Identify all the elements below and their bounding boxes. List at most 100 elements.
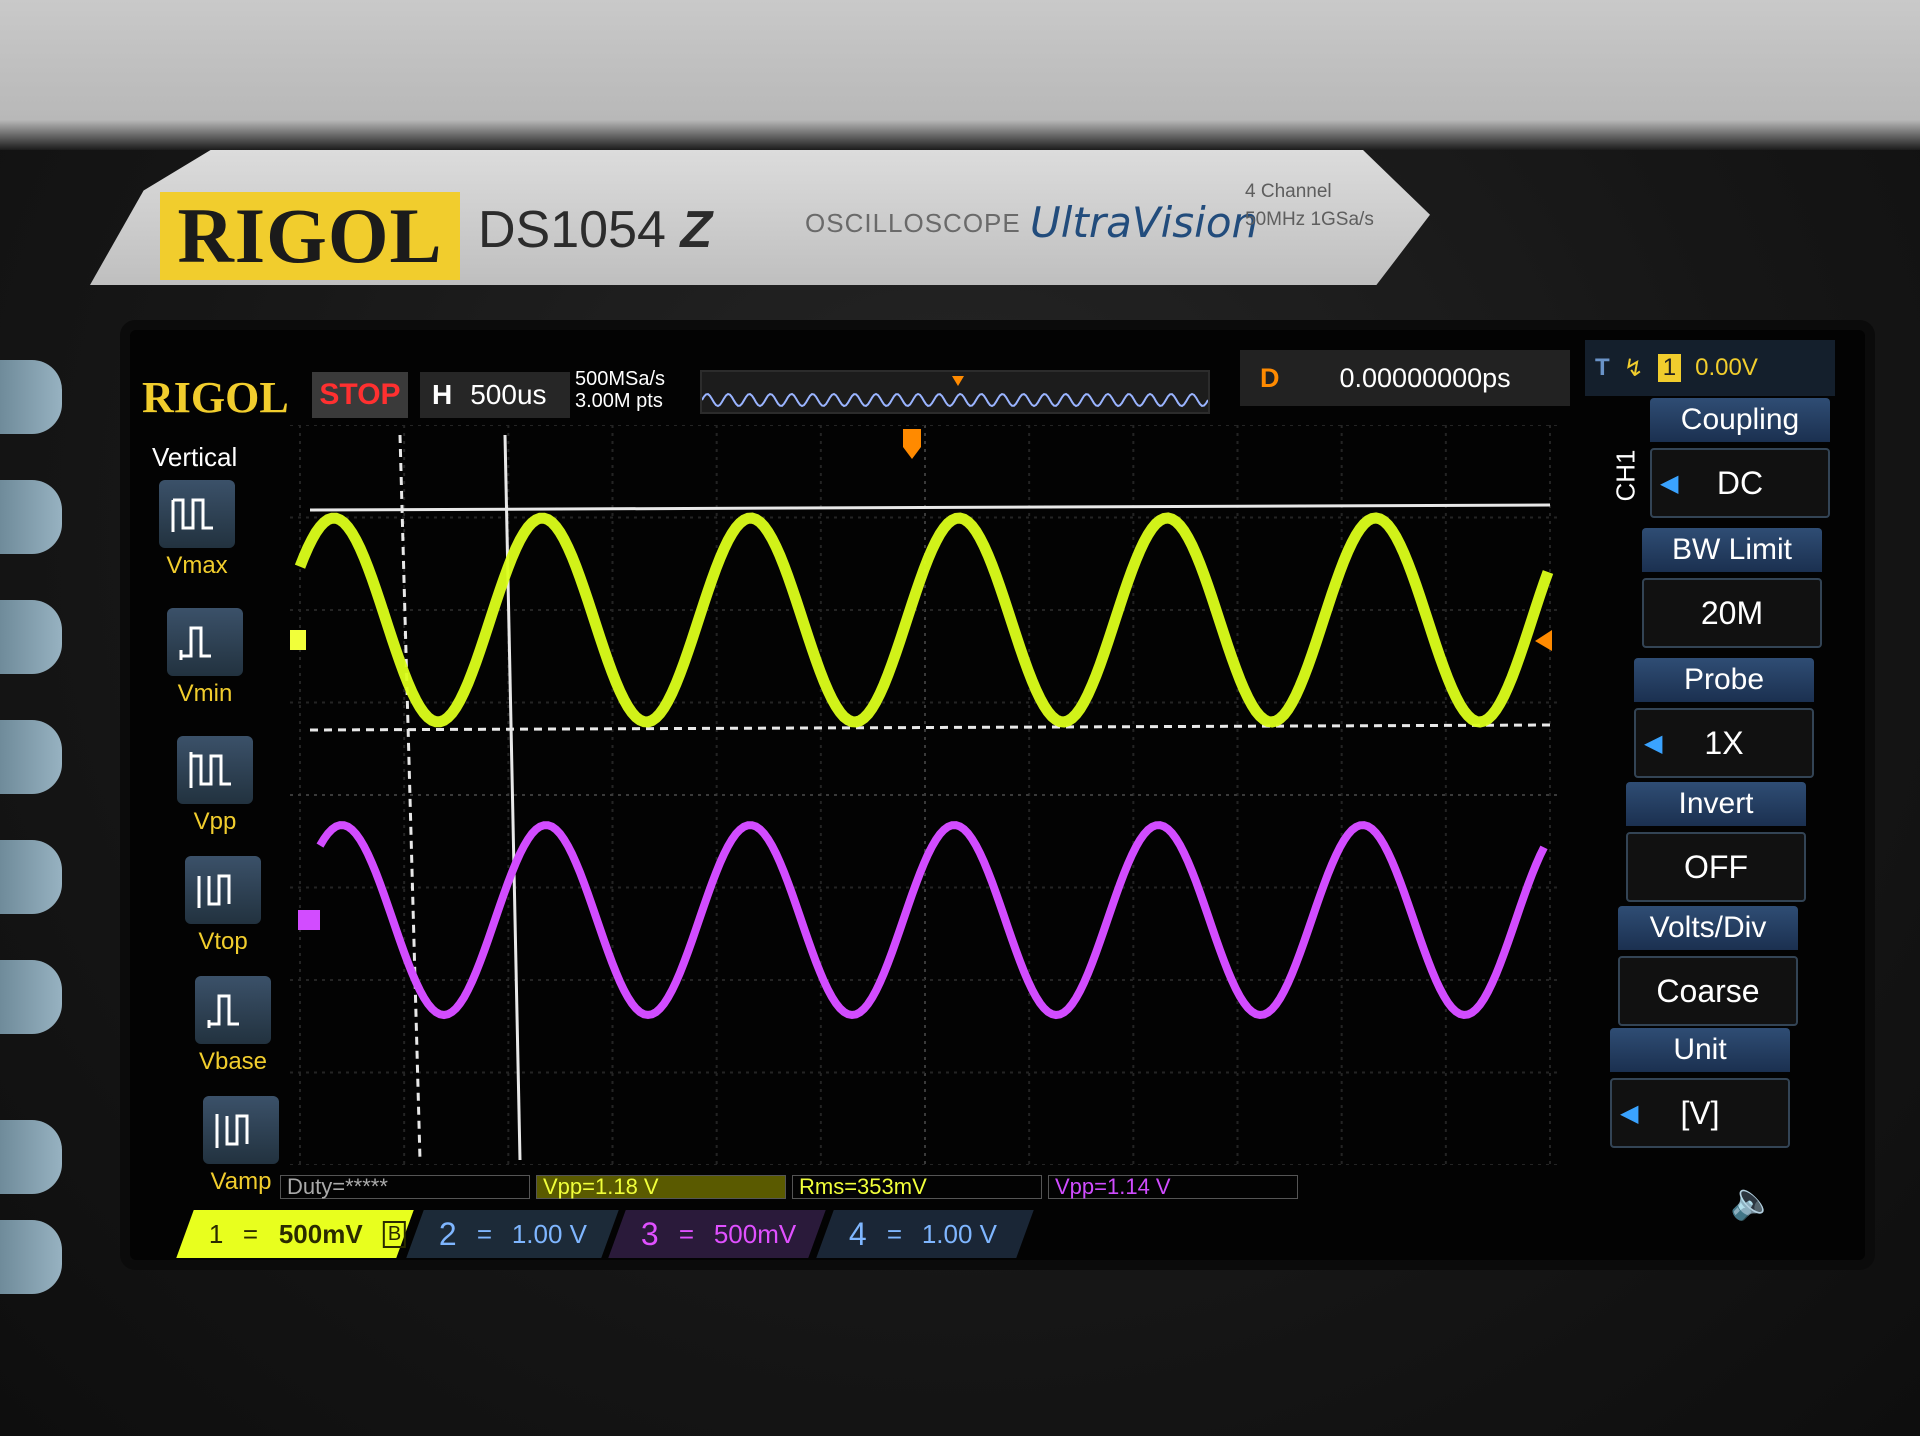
vmax-icon: [159, 480, 235, 548]
channel-scale: 1.00 V: [921, 1218, 998, 1249]
spec-line-2: 50MHz 1GSa/s: [1245, 209, 1374, 230]
measure-vmax[interactable]: Vmax: [152, 480, 242, 580]
model-number: DS1054: [478, 201, 666, 259]
grid-lines: [290, 424, 1560, 1166]
menu-invert[interactable]: Invert OFF: [1626, 782, 1806, 902]
page-down-button[interactable]: [0, 1220, 62, 1294]
menu-volts-div[interactable]: Volts/Div Coarse: [1618, 906, 1798, 1026]
page-up-button[interactable]: [0, 1120, 62, 1194]
cursor-line-left: [398, 434, 422, 1161]
model-name: DS1054 Z: [478, 200, 712, 260]
memory-depth: 3.00M pts: [575, 390, 663, 412]
channel-status-bar: 1 = 500mV B 2 = 1.00 V 3 = 500mV 4 = 1.0…: [176, 1210, 1385, 1260]
menu-value: 1X: [1704, 724, 1744, 761]
bw-limit-badge: B: [382, 1220, 406, 1248]
menu-title: Coupling: [1650, 398, 1830, 442]
vpp-icon: [177, 736, 253, 804]
menu-value: [V]: [1680, 1094, 1720, 1131]
sample-rate: 500MSa/s: [575, 368, 666, 390]
measure-vpp[interactable]: Vpp: [170, 736, 260, 836]
channel-3-status[interactable]: 3 = 500mV: [608, 1210, 826, 1258]
side-softkey-6[interactable]: [0, 960, 62, 1034]
spec-label: 4 Channel 50MHz 1GSa/s: [1245, 178, 1374, 234]
waveform-display[interactable]: [284, 424, 1560, 1166]
measure-vpp-ch1: Vpp=1.18 V: [536, 1175, 786, 1199]
channel-number: 3: [641, 1215, 659, 1252]
cursor-line-top: [309, 503, 1551, 512]
measure-category-title: Vertical: [152, 442, 238, 472]
measure-vmin[interactable]: Vmin: [160, 608, 250, 708]
memory-overview: [700, 370, 1210, 414]
side-softkey-5[interactable]: [0, 840, 62, 914]
channel-coupling: =: [476, 1218, 492, 1249]
model-suffix: Z: [680, 201, 713, 259]
menu-arrow-icon: ◀: [1644, 729, 1663, 757]
brand-logo: RIGOL: [160, 192, 460, 280]
channel-4-status[interactable]: 4 = 1.00 V: [816, 1210, 1034, 1258]
oscilloscope-screen: RIGOL STOP H 500us 500MSa/s 3.00M pts D …: [130, 330, 1865, 1260]
measure-label: Vtop: [198, 928, 248, 955]
channel-number: 2: [439, 1215, 457, 1252]
menu-arrow-icon: ◀: [1660, 469, 1679, 497]
delay-value: 0.00000000ps: [1339, 362, 1511, 393]
side-softkey-1[interactable]: [0, 360, 62, 434]
channel-number: 1: [209, 1218, 224, 1249]
channel-coupling: =: [243, 1218, 259, 1249]
measure-label: Vmax: [166, 552, 228, 579]
menu-bw-limit[interactable]: BW Limit 20M: [1642, 528, 1822, 648]
measure-label: Vbase: [198, 1048, 268, 1075]
menu-value: DC: [1716, 464, 1764, 501]
delay-label: D: [1260, 362, 1280, 393]
menu-title: Invert: [1626, 782, 1806, 826]
vtop-icon: [185, 856, 261, 924]
channel-2-status[interactable]: 2 = 1.00 V: [406, 1210, 619, 1258]
channel-scale: 1.00 V: [511, 1218, 588, 1249]
menu-title: BW Limit: [1642, 528, 1822, 572]
measurement-results: Duty=***** Vpp=1.18 V Rms=353mV Vpp=1.14…: [280, 1175, 1330, 1201]
measure-duty: Duty=*****: [280, 1175, 530, 1199]
memory-overview-wave: [701, 376, 1209, 408]
rising-edge-icon: ↯: [1623, 354, 1644, 382]
measure-vpp-ch3: Vpp=1.14 V: [1048, 1175, 1298, 1199]
trigger-time-marker[interactable]: [903, 429, 921, 459]
menu-value: Coarse: [1656, 972, 1760, 1009]
cursor-line-bottom: [309, 723, 1551, 732]
ch3-ground-marker[interactable]: [298, 910, 320, 930]
timebase-indicator[interactable]: H 500us: [420, 372, 570, 418]
side-softkey-4[interactable]: [0, 720, 62, 794]
measure-rms-ch1: Rms=353mV: [792, 1175, 1042, 1199]
channel-scale: 500mV: [713, 1218, 797, 1249]
side-softkey-2[interactable]: [0, 480, 62, 554]
trigger-source-icon: 1: [1657, 354, 1682, 382]
menu-title: Unit: [1610, 1028, 1790, 1072]
trigger-level: 0.00V: [1695, 354, 1758, 381]
measure-label: Vamp: [210, 1168, 272, 1195]
measure-vamp[interactable]: Vamp: [196, 1096, 286, 1196]
menu-probe[interactable]: Probe ◀ 1X: [1634, 658, 1814, 778]
measure-vbase[interactable]: Vbase: [188, 976, 278, 1076]
vbase-icon: [195, 976, 271, 1044]
menu-channel-label: CH1: [1610, 449, 1641, 502]
trigger-level-marker[interactable]: [1535, 630, 1552, 651]
run-status-badge[interactable]: STOP: [312, 372, 408, 418]
menu-unit[interactable]: Unit ◀ [V]: [1610, 1028, 1790, 1148]
screen-logo: RIGOL: [142, 373, 289, 422]
spec-line-1: 4 Channel: [1245, 181, 1332, 202]
menu-title: Volts/Div: [1618, 906, 1798, 950]
graticule: [284, 424, 1560, 1166]
menu-title: Probe: [1634, 658, 1814, 702]
ch1-ground-marker[interactable]: [284, 630, 306, 650]
channel-scale: 500mV: [278, 1218, 363, 1249]
series-logo: UltraVision: [1030, 198, 1259, 247]
side-softkey-3[interactable]: [0, 600, 62, 674]
vamp-icon: [203, 1096, 279, 1164]
menu-coupling[interactable]: Coupling ◀ DC: [1650, 398, 1830, 518]
acquisition-info: 500MSa/s 3.00M pts: [575, 368, 695, 412]
horizontal-delay[interactable]: D 0.00000000ps: [1240, 350, 1570, 406]
channel-1-status[interactable]: 1 = 500mV B: [176, 1210, 414, 1258]
speaker-muted-icon[interactable]: 🔈: [1730, 1180, 1775, 1222]
trigger-label: T: [1595, 354, 1610, 381]
trigger-info[interactable]: T ↯ 1 0.00V: [1585, 340, 1835, 396]
measure-vtop[interactable]: Vtop: [178, 856, 268, 956]
timebase-value: 500us: [470, 379, 547, 410]
